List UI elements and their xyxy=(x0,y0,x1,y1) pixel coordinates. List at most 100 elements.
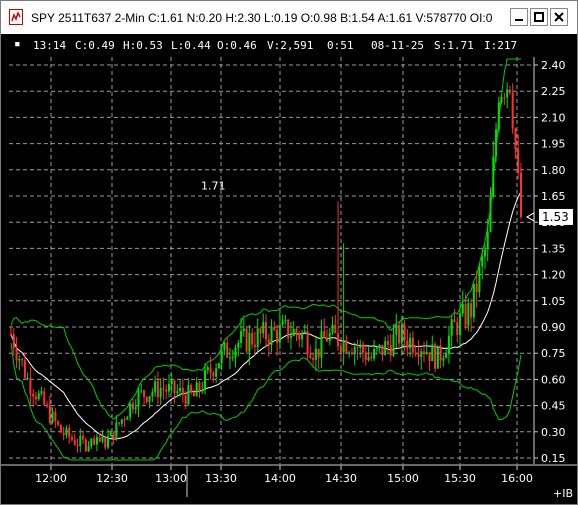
chart-app-icon xyxy=(9,9,23,25)
candle-body xyxy=(234,347,237,358)
candle-body xyxy=(165,389,168,392)
candle-body xyxy=(10,333,12,335)
candle-body xyxy=(220,349,223,364)
candle-body xyxy=(167,384,170,392)
candle-body xyxy=(442,358,445,361)
candle-body xyxy=(179,387,182,392)
candle-body xyxy=(226,342,229,358)
price-tick-label: 2.40 xyxy=(541,59,566,72)
price-tick-label: 0.15 xyxy=(541,452,566,465)
candle-body xyxy=(204,370,207,390)
candle-body xyxy=(62,432,65,435)
candle-body xyxy=(93,438,96,445)
candle-body xyxy=(495,129,498,157)
candle-body xyxy=(253,344,256,348)
price-chart[interactable]: 2.402.252.101.951.801.651.501.351.201.05… xyxy=(1,55,577,504)
candle-body xyxy=(126,417,129,420)
candle-body xyxy=(79,435,82,446)
candle-body xyxy=(461,304,464,314)
candle-body xyxy=(339,346,342,353)
candle-body xyxy=(434,344,437,369)
candle-body xyxy=(270,326,273,345)
candle-body xyxy=(170,380,173,385)
candle-body xyxy=(345,340,348,354)
candle-body xyxy=(262,322,265,334)
candle-body xyxy=(120,419,123,424)
candle-body xyxy=(242,328,245,332)
minimize-icon xyxy=(515,19,523,21)
candle-body xyxy=(464,304,467,326)
chart-background xyxy=(1,55,577,504)
candle-body xyxy=(359,344,362,348)
candle-body xyxy=(314,348,317,360)
candle-body xyxy=(251,332,254,345)
price-line-label: 1.71 xyxy=(201,180,226,193)
candle-body xyxy=(497,102,500,130)
candle-body xyxy=(309,353,312,358)
candle-body xyxy=(420,351,423,357)
candle-body xyxy=(287,319,290,338)
minimize-button[interactable] xyxy=(510,8,528,26)
candle-body xyxy=(384,341,387,356)
candle-body xyxy=(90,438,93,447)
candle-body xyxy=(151,392,154,397)
candle-body xyxy=(481,256,484,267)
time-tick-label: 15:00 xyxy=(387,472,419,485)
candle-body xyxy=(34,396,37,400)
cursor-marker: ▪ xyxy=(14,37,21,50)
time-tick-label: 12:30 xyxy=(96,472,128,485)
candle-body xyxy=(489,196,492,232)
candle-body xyxy=(395,324,398,335)
candle-body xyxy=(508,89,511,93)
candle-body xyxy=(123,419,126,421)
candle-body xyxy=(337,333,340,347)
candle-body xyxy=(162,388,165,390)
maximize-button[interactable] xyxy=(530,8,548,26)
candle-body xyxy=(370,357,373,359)
candle-body xyxy=(195,382,198,397)
candle-body xyxy=(43,391,46,405)
candle-body xyxy=(217,363,220,369)
candle-body xyxy=(503,97,506,99)
candle-body xyxy=(137,390,140,408)
candle-body xyxy=(267,339,270,345)
candle-body xyxy=(400,325,403,344)
candle-body xyxy=(59,424,62,433)
candle-body xyxy=(273,326,276,330)
title-bar[interactable]: SPY 2511T637 2-Min C:1.61 N:0.20 H:2.30 … xyxy=(1,1,577,34)
candle-body xyxy=(215,368,218,377)
candle-body xyxy=(328,332,331,342)
candle-body xyxy=(292,328,295,336)
candle-body xyxy=(417,353,420,357)
candle-body xyxy=(228,357,231,359)
candle-body xyxy=(403,325,406,341)
candle-body xyxy=(107,435,110,448)
candle-body xyxy=(154,381,157,393)
candle-body xyxy=(514,128,517,150)
candle-body xyxy=(201,389,204,391)
candle-body xyxy=(439,345,442,361)
price-tick-label: 2.25 xyxy=(541,85,566,98)
price-tick-label: 1.80 xyxy=(541,164,566,177)
candle-body xyxy=(470,303,473,318)
price-tick-label: 1.95 xyxy=(541,138,566,151)
candle-body xyxy=(245,328,248,352)
time-tick-label: 13:00 xyxy=(155,472,187,485)
candle-body xyxy=(76,444,79,446)
close-button[interactable] xyxy=(550,8,568,26)
candle-body xyxy=(73,439,76,445)
candle-body xyxy=(40,391,43,394)
candle-body xyxy=(159,388,162,398)
candle-body xyxy=(409,337,412,349)
time-tick-label: 13:30 xyxy=(205,472,237,485)
candle-body xyxy=(325,338,328,342)
candle-body xyxy=(131,403,134,410)
candle-body xyxy=(378,344,381,348)
price-tick-label: 0.30 xyxy=(541,426,566,439)
candle-body xyxy=(520,172,522,217)
candle-body xyxy=(478,266,481,293)
price-tick-label: 0.45 xyxy=(541,400,566,413)
info-close: C:0.49 xyxy=(75,39,115,52)
candle-body xyxy=(21,358,24,361)
candle-body xyxy=(140,390,143,392)
